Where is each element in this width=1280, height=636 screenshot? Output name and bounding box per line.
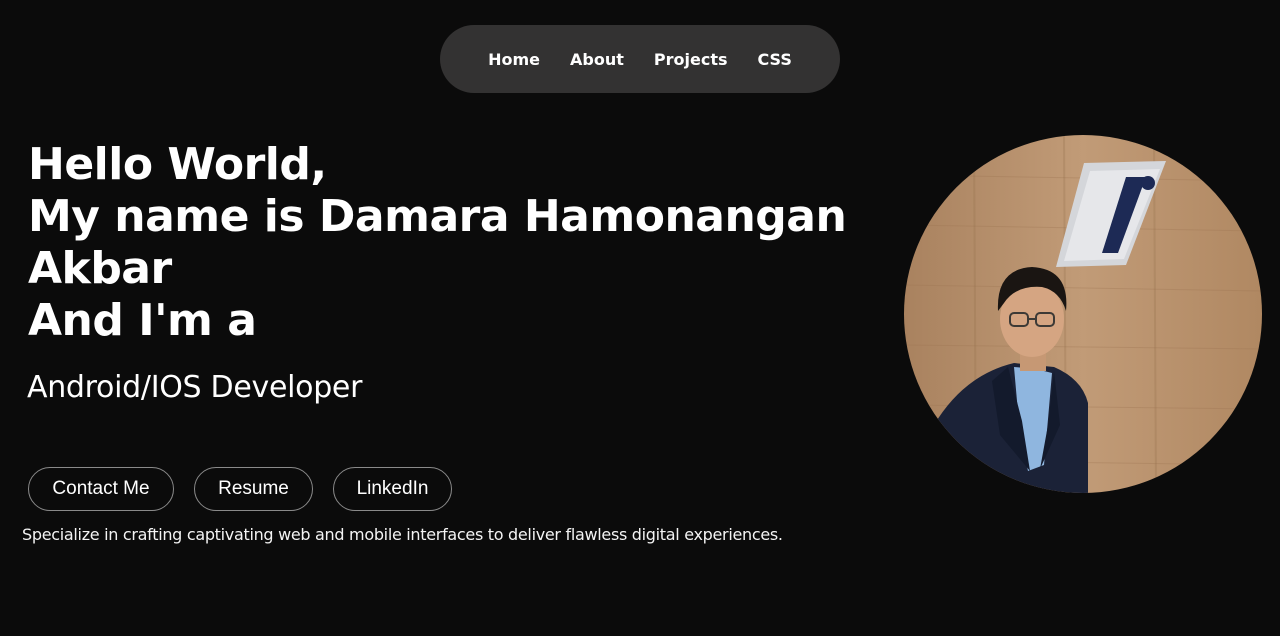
profile-photo-illustration xyxy=(904,135,1262,493)
nav-link-css[interactable]: CSS xyxy=(758,50,792,69)
linkedin-button[interactable]: LinkedIn xyxy=(333,467,452,511)
nav-link-about[interactable]: About xyxy=(570,50,624,69)
nav-link-projects[interactable]: Projects xyxy=(654,50,728,69)
portfolio-page: Home About Projects CSS Hello World, My … xyxy=(0,0,1280,636)
hero-name-line-2: Akbar xyxy=(28,243,172,294)
action-buttons: Contact Me Resume LinkedIn xyxy=(28,467,452,511)
hero-name-line: My name is Damara Hamonangan xyxy=(28,191,847,242)
role-title: Android/IOS Developer xyxy=(27,370,363,405)
hero-heading: Hello World, My name is Damara Hamonanga… xyxy=(28,139,888,347)
tagline: Specialize in crafting captivating web a… xyxy=(22,525,783,544)
contact-me-button[interactable]: Contact Me xyxy=(28,467,174,511)
resume-button[interactable]: Resume xyxy=(194,467,313,511)
top-navbar: Home About Projects CSS xyxy=(440,25,840,93)
nav-link-home[interactable]: Home xyxy=(488,50,540,69)
profile-photo xyxy=(904,135,1262,493)
hero-greeting: Hello World, xyxy=(28,139,327,190)
hero-intro-line: And I'm a xyxy=(28,295,257,346)
